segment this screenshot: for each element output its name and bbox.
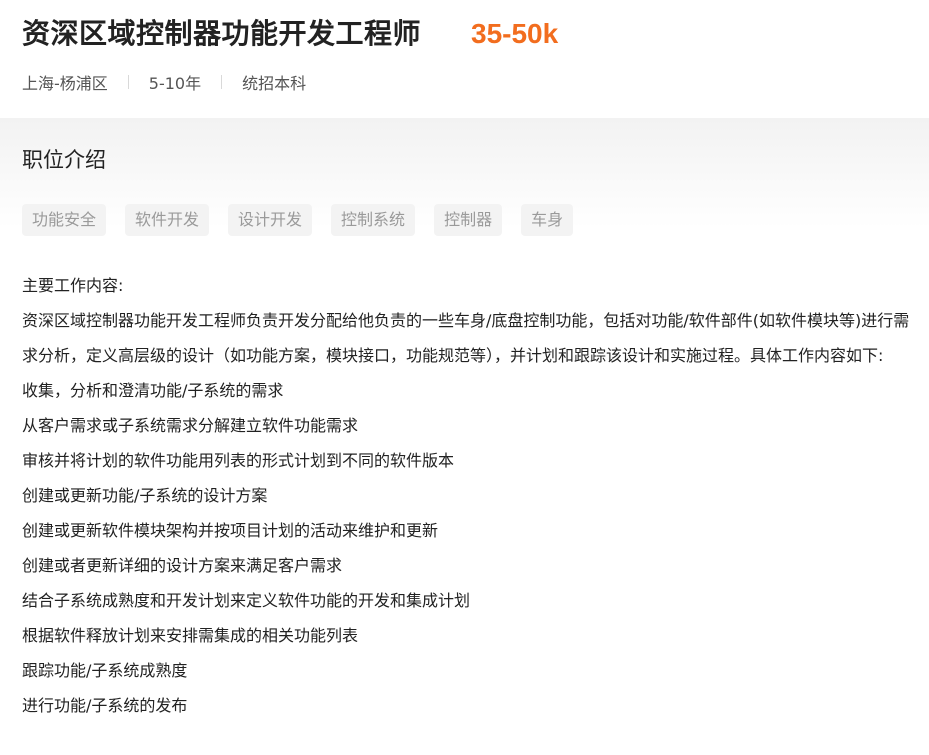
job-header: 资深区域控制器功能开发工程师 35-50k 上海-杨浦区 5-10年 统招本科: [0, 0, 929, 118]
meta-divider: [127, 75, 129, 89]
skill-tag[interactable]: 控制器: [434, 204, 503, 236]
skill-tag[interactable]: 软件开发: [125, 204, 210, 236]
job-meta: 上海-杨浦区 5-10年 统招本科: [22, 70, 306, 94]
description-line: 主要工作内容:: [22, 276, 124, 295]
job-description-section: 职位介绍 功能安全 软件开发 设计开发 控制系统 控制器 车身 主要工作内容: …: [0, 118, 929, 755]
meta-divider: [221, 75, 223, 89]
description-line: 结合子系统成熟度和开发计划来定义软件功能的开发和集成计划: [22, 591, 471, 610]
section-title: 职位介绍: [22, 148, 106, 172]
description-line: 创建或更新功能/子系统的设计方案: [22, 486, 268, 505]
job-education: 统招本科: [242, 74, 307, 93]
job-location: 上海-杨浦区: [22, 74, 108, 93]
job-experience: 5-10年: [148, 74, 202, 93]
salary: 35-50k: [471, 18, 559, 49]
skill-tag[interactable]: 控制系统: [331, 204, 416, 236]
description-line: 创建或更新软件模块架构并按项目计划的活动来维护和更新: [22, 521, 439, 540]
description-line: 资深区域控制器功能开发工程师负责开发分配给他负责的一些车身/底盘控制功能，包括对…: [22, 311, 910, 365]
description-line: 根据软件释放计划来安排需集成的相关功能列表: [22, 626, 359, 645]
description-line: 审核并将计划的软件功能用列表的形式计划到不同的软件版本: [22, 451, 455, 470]
skill-tag[interactable]: 设计开发: [228, 204, 313, 236]
job-description: 主要工作内容: 资深区域控制器功能开发工程师负责开发分配给他负责的一些车身/底盘…: [22, 268, 922, 723]
skill-tag[interactable]: 车身: [521, 204, 574, 236]
description-line: 进行功能/子系统的发布: [22, 696, 188, 715]
description-line: 创建或者更新详细的设计方案来满足客户需求: [22, 556, 343, 575]
description-line: 收集，分析和澄清功能/子系统的需求: [22, 381, 284, 400]
description-line: 从客户需求或子系统需求分解建立软件功能需求: [22, 416, 359, 435]
title-row: 资深区域控制器功能开发工程师 35-50k: [22, 12, 558, 52]
description-line: 跟踪功能/子系统成熟度: [22, 661, 188, 680]
job-title: 资深区域控制器功能开发工程师: [22, 17, 422, 50]
skill-tag[interactable]: 功能安全: [22, 204, 107, 236]
skill-tags: 功能安全 软件开发 设计开发 控制系统 控制器 车身: [22, 204, 574, 236]
